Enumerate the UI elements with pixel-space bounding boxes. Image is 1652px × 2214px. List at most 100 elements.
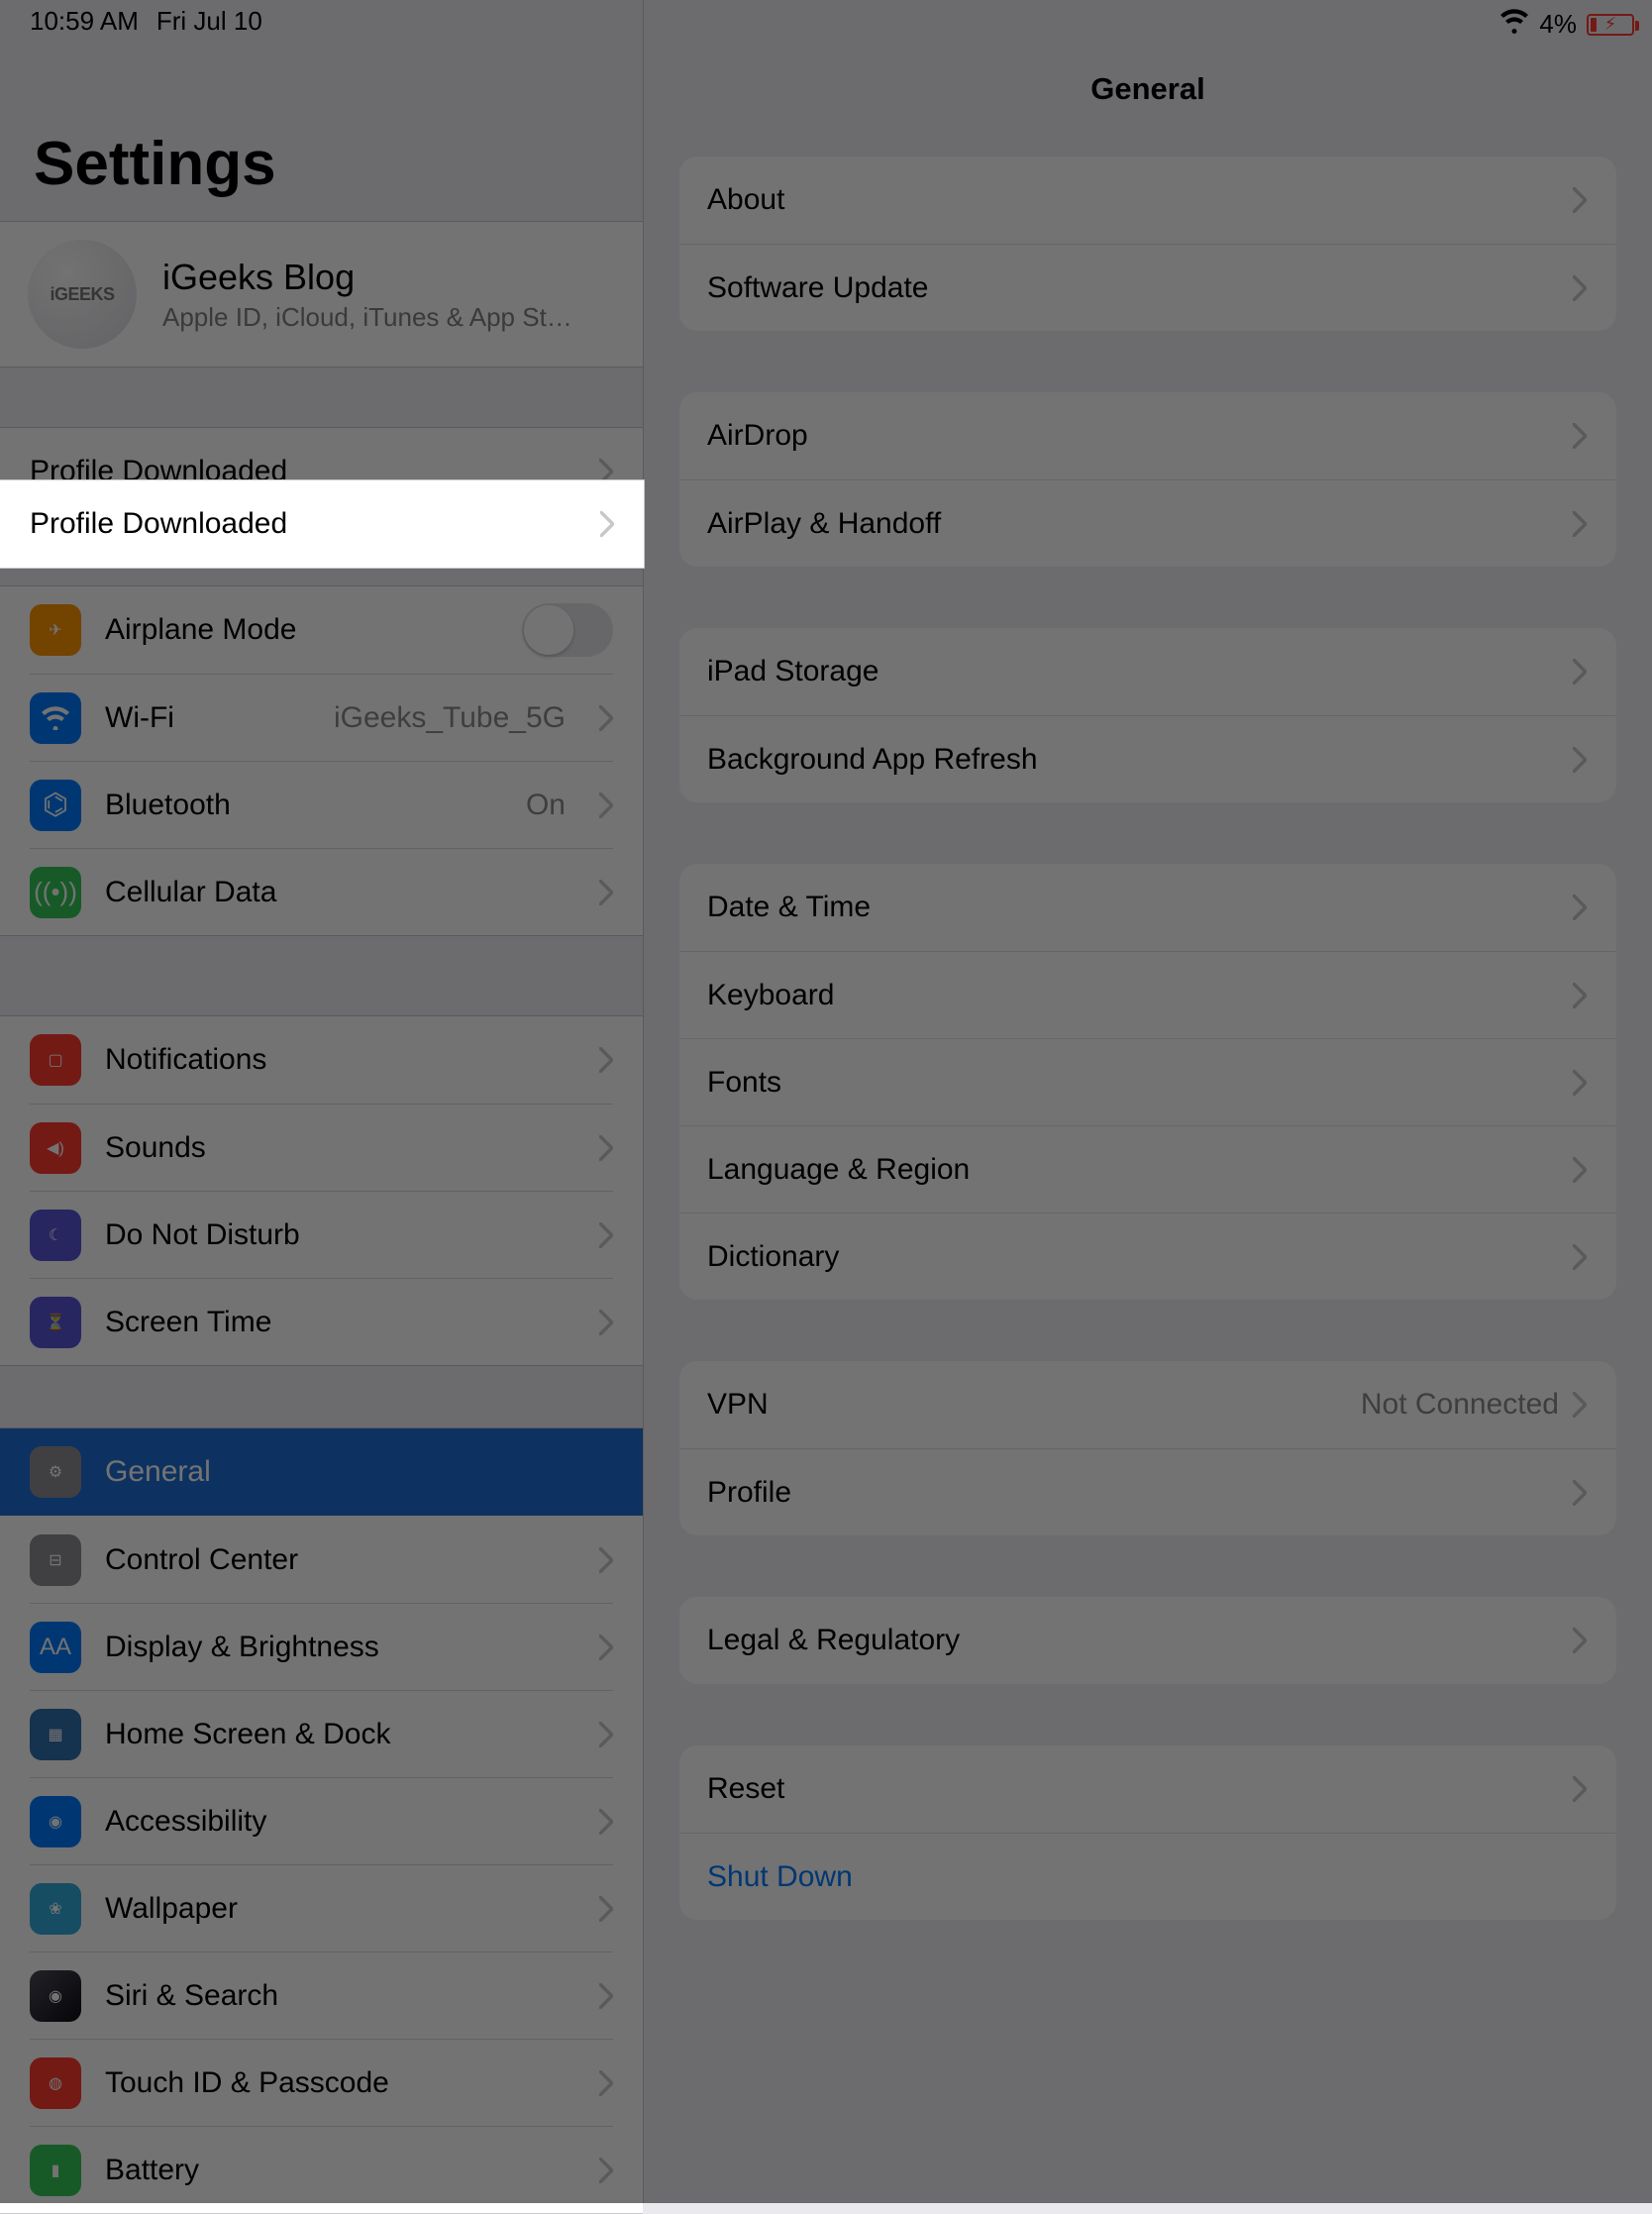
- date-time-row[interactable]: Date & Time: [679, 864, 1616, 951]
- sidebar-item-label: Control Center: [105, 1543, 575, 1577]
- chevron-right-icon: [599, 1547, 613, 1573]
- row-label: Background App Refresh: [707, 743, 1573, 777]
- status-bar: 10:59 AM Fri Jul 10 4% ⚡︎: [0, 0, 1652, 42]
- chevron-right-icon: [1573, 1392, 1587, 1418]
- grid-icon: ▦: [30, 1709, 81, 1760]
- apple-id-name: iGeeks Blog: [162, 257, 572, 298]
- keyboard-row[interactable]: Keyboard: [679, 951, 1616, 1038]
- bluetooth-row[interactable]: ⌬ Bluetooth On: [0, 761, 643, 848]
- chevron-right-icon: [599, 705, 613, 731]
- about-row[interactable]: About: [679, 157, 1616, 244]
- sidebar-item-label: Profile Downloaded: [30, 507, 600, 541]
- sidebar-item-label: General: [105, 1455, 613, 1489]
- screen-time-row[interactable]: ⏳ Screen Time: [0, 1278, 643, 1365]
- notifications-row[interactable]: ▢ Notifications: [0, 1016, 643, 1104]
- apple-id-group: iGEEKS iGeeks Blog Apple ID, iCloud, iTu…: [0, 221, 643, 368]
- chevron-right-icon: [1573, 747, 1587, 773]
- chevron-right-icon: [1573, 1480, 1587, 1506]
- sidebar-item-label: Notifications: [105, 1043, 575, 1077]
- profile-row[interactable]: Profile: [679, 1448, 1616, 1535]
- wallpaper-row[interactable]: ❀ Wallpaper: [0, 1864, 643, 1951]
- dnd-row[interactable]: ☾ Do Not Disturb: [0, 1191, 643, 1278]
- wifi-value: iGeeks_Tube_5G: [334, 701, 566, 735]
- dictionary-row[interactable]: Dictionary: [679, 1212, 1616, 1300]
- chevron-right-icon: [599, 2070, 613, 2096]
- fingerprint-icon: ◍: [30, 2057, 81, 2109]
- fonts-row[interactable]: Fonts: [679, 1038, 1616, 1125]
- ipad-storage-row[interactable]: iPad Storage: [679, 628, 1616, 715]
- row-label: Reset: [707, 1772, 1573, 1806]
- reset-row[interactable]: Reset: [679, 1745, 1616, 1833]
- chevron-right-icon: [599, 880, 613, 905]
- settings-sidebar: Settings iGEEKS iGeeks Blog Apple ID, iC…: [0, 0, 644, 2203]
- row-label: iPad Storage: [707, 655, 1573, 688]
- accessibility-icon: ◉: [30, 1796, 81, 1847]
- sounds-row[interactable]: ◀︎) Sounds: [0, 1104, 643, 1191]
- wifi-icon: [1499, 6, 1529, 43]
- sidebar-item-label: Bluetooth: [105, 789, 502, 822]
- display-row[interactable]: AA Display & Brightness: [0, 1603, 643, 1690]
- battery-row[interactable]: ▮ Battery: [0, 2126, 643, 2213]
- notifications-group: ▢ Notifications ◀︎) Sounds ☾ Do Not Dist…: [0, 1015, 643, 1366]
- touchid-row[interactable]: ◍ Touch ID & Passcode: [0, 2039, 643, 2126]
- connectivity-group: ✈︎ Airplane Mode Wi-Fi iGeeks_Tube_5G ⌬ …: [0, 585, 643, 936]
- siri-row[interactable]: ◉ Siri & Search: [0, 1951, 643, 2039]
- airplane-mode-row[interactable]: ✈︎ Airplane Mode: [0, 586, 643, 674]
- chevron-right-icon: [600, 511, 614, 537]
- language-region-row[interactable]: Language & Region: [679, 1125, 1616, 1212]
- software-update-row[interactable]: Software Update: [679, 244, 1616, 331]
- home-dock-row[interactable]: ▦ Home Screen & Dock: [0, 1690, 643, 1777]
- sidebar-item-label: Screen Time: [105, 1306, 575, 1339]
- row-label: Keyboard: [707, 979, 1573, 1012]
- legal-row[interactable]: Legal & Regulatory: [679, 1597, 1616, 1684]
- row-label: About: [707, 183, 1573, 217]
- row-label: Dictionary: [707, 1240, 1573, 1274]
- sidebar-item-label: Do Not Disturb: [105, 1218, 575, 1252]
- wifi-row[interactable]: Wi-Fi iGeeks_Tube_5G: [0, 674, 643, 761]
- profile-downloaded-highlight[interactable]: Profile Downloaded: [0, 480, 644, 568]
- vpn-value: Not Connected: [1361, 1388, 1559, 1422]
- accessibility-row[interactable]: ◉ Accessibility: [0, 1777, 643, 1864]
- chevron-right-icon: [1573, 1628, 1587, 1653]
- row-label: AirPlay & Handoff: [707, 507, 1573, 541]
- chevron-right-icon: [1573, 511, 1587, 537]
- chevron-right-icon: [1573, 983, 1587, 1008]
- gear-icon: ⚙︎: [30, 1446, 81, 1498]
- bg-refresh-row[interactable]: Background App Refresh: [679, 715, 1616, 802]
- row-label: Shut Down: [707, 1860, 1587, 1894]
- general-row[interactable]: ⚙︎ General: [0, 1428, 643, 1516]
- chevron-right-icon: [599, 1809, 613, 1835]
- chevron-right-icon: [1573, 659, 1587, 685]
- cellular-icon: ((•)): [30, 867, 81, 918]
- control-center-row[interactable]: ⊟ Control Center: [0, 1516, 643, 1603]
- airplane-icon: ✈︎: [30, 604, 81, 656]
- bluetooth-icon: ⌬: [30, 780, 81, 831]
- general-group-2: AirDrop AirPlay & Handoff: [679, 392, 1616, 567]
- chevron-right-icon: [599, 1310, 613, 1335]
- chevron-right-icon: [599, 1222, 613, 1248]
- general-group-1: About Software Update: [679, 157, 1616, 331]
- hourglass-icon: ⏳: [30, 1297, 81, 1348]
- wifi-settings-icon: [30, 692, 81, 744]
- shutdown-row[interactable]: Shut Down: [679, 1833, 1616, 1920]
- airplane-mode-switch[interactable]: [522, 603, 613, 657]
- cellular-row[interactable]: ((•)) Cellular Data: [0, 848, 643, 935]
- chevron-right-icon: [1573, 895, 1587, 920]
- sidebar-item-label: Wallpaper: [105, 1892, 575, 1926]
- siri-icon: ◉: [30, 1970, 81, 2022]
- avatar: iGEEKS: [28, 240, 137, 349]
- battery-percentage: 4%: [1539, 9, 1577, 40]
- apple-id-row[interactable]: iGEEKS iGeeks Blog Apple ID, iCloud, iTu…: [0, 222, 643, 367]
- chevron-right-icon: [1573, 1776, 1587, 1802]
- airplay-handoff-row[interactable]: AirPlay & Handoff: [679, 479, 1616, 567]
- chevron-right-icon: [1573, 1244, 1587, 1270]
- bluetooth-value: On: [526, 789, 566, 822]
- chevron-right-icon: [599, 1896, 613, 1922]
- vpn-row[interactable]: VPN Not Connected: [679, 1361, 1616, 1448]
- apple-id-subtitle: Apple ID, iCloud, iTunes & App St…: [162, 298, 572, 333]
- chevron-right-icon: [1573, 1070, 1587, 1096]
- detail-pane: General About Software Update AirDrop Ai…: [644, 0, 1652, 2203]
- row-label: Software Update: [707, 271, 1573, 305]
- airdrop-row[interactable]: AirDrop: [679, 392, 1616, 479]
- chevron-right-icon: [1573, 1157, 1587, 1183]
